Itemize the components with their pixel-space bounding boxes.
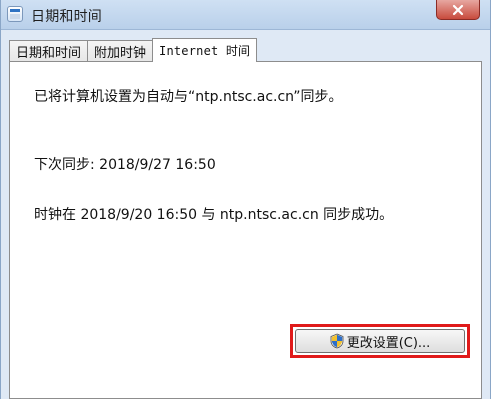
sync-setting-text: 已将计算机设置为自动与“ntp.ntsc.ac.cn”同步。 — [34, 89, 343, 105]
window-title: 日期和时间 — [31, 9, 102, 25]
tab-date-time[interactable]: 日期和时间 — [9, 40, 89, 62]
close-button[interactable] — [436, 0, 480, 20]
last-sync-text: 时钟在 2018/9/20 16:50 与 ntp.ntsc.ac.cn 同步成… — [34, 207, 394, 223]
title-bar[interactable]: 日期和时间 — [1, 0, 490, 30]
next-sync-text: 下次同步: 2018/9/27 16:50 — [34, 157, 216, 173]
tab-panel-internet-time: 已将计算机设置为自动与“ntp.ntsc.ac.cn”同步。 下次同步: 201… — [9, 61, 482, 399]
tab-bar: 日期和时间 附加时钟 Internet 时间 — [9, 38, 258, 62]
date-time-dialog: 日期和时间 日期和时间 附加时钟 Internet 时间 已将计算机设置为自动与… — [0, 0, 491, 399]
tab-internet-time[interactable]: Internet 时间 — [152, 38, 258, 62]
calendar-clock-icon — [7, 6, 23, 22]
change-settings-label: 更改设置(C)... — [346, 335, 431, 351]
close-icon — [452, 4, 464, 16]
change-settings-button[interactable]: 更改设置(C)... — [295, 329, 465, 353]
tab-additional-clocks[interactable]: 附加时钟 — [87, 40, 154, 62]
uac-shield-icon — [330, 333, 344, 349]
